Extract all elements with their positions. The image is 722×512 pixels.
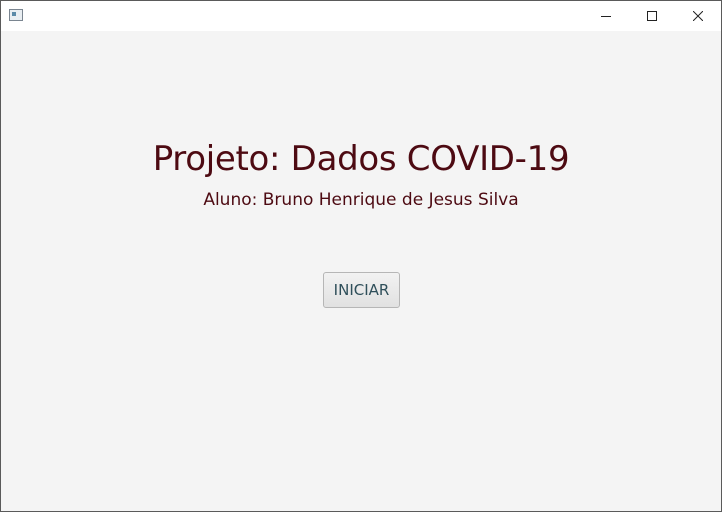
app-window-icon	[9, 9, 23, 21]
student-name: Aluno: Bruno Henrique de Jesus Silva	[203, 190, 519, 210]
minimize-icon[interactable]	[583, 1, 629, 31]
page-title: Projeto: Dados COVID-19	[152, 139, 570, 179]
close-icon[interactable]	[675, 1, 721, 31]
app-window: Projeto: Dados COVID-19 Aluno: Bruno Hen…	[0, 0, 722, 512]
maximize-icon[interactable]	[629, 1, 675, 31]
start-button[interactable]: INICIAR	[323, 272, 400, 308]
main-panel: Projeto: Dados COVID-19 Aluno: Bruno Hen…	[1, 31, 721, 511]
title-bar[interactable]	[1, 1, 721, 31]
